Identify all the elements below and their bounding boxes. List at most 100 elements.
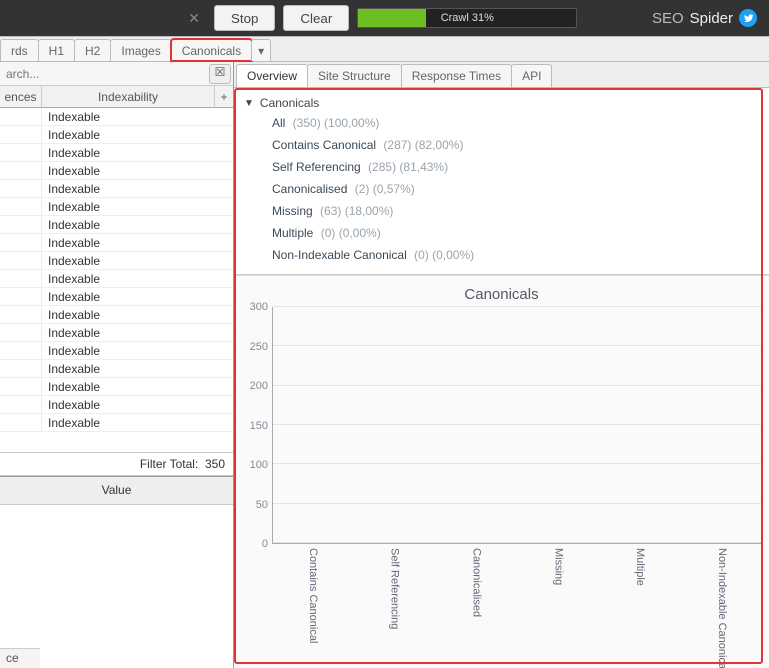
left-pane: ☒ ences Indexability + IndexableIndexabl…	[0, 62, 234, 668]
cell-indexability: Indexable	[42, 288, 233, 305]
filter-total: Filter Total: 350	[0, 452, 233, 476]
chart-area: 050100150200250300	[240, 307, 763, 544]
x-label: Contains Canonical	[272, 546, 354, 666]
y-tick: 100	[250, 459, 268, 471]
tab-h2[interactable]: H2	[74, 39, 111, 61]
tab-h1[interactable]: H1	[38, 39, 75, 61]
y-tick: 250	[250, 341, 268, 353]
col-header-ences[interactable]: ences	[0, 86, 42, 107]
table-row[interactable]: Indexable	[0, 162, 233, 180]
table-row[interactable]: Indexable	[0, 198, 233, 216]
close-icon[interactable]: ✕	[188, 10, 200, 27]
table-row[interactable]: Indexable	[0, 270, 233, 288]
table-row[interactable]: Indexable	[0, 342, 233, 360]
brand-text-a: SEO	[652, 10, 684, 27]
cell-indexability: Indexable	[42, 306, 233, 323]
cell-indexability: Indexable	[42, 342, 233, 359]
tree-item[interactable]: Missing (63) (18,00%)	[238, 200, 765, 222]
table-row[interactable]: Indexable	[0, 360, 233, 378]
tree-item-name: Self Referencing	[272, 160, 361, 174]
tab-response-times[interactable]: Response Times	[401, 64, 512, 87]
tab-canonicals[interactable]: Canonicals	[171, 39, 252, 61]
cell-indexability: Indexable	[42, 378, 233, 395]
close-slot: ✕	[6, 10, 206, 27]
table-row[interactable]: Indexable	[0, 324, 233, 342]
table-row[interactable]: Indexable	[0, 306, 233, 324]
canonicals-tree: ▼ Canonicals All (350) (100,00%)Contains…	[234, 88, 769, 275]
tree-item-name: Contains Canonical	[272, 138, 376, 152]
tree-item-count: (0) (0,00%)	[317, 226, 380, 240]
filter-total-value: 350	[205, 457, 225, 471]
tree-item-count: (0) (0,00%)	[411, 248, 474, 262]
right-pane: Overview Site Structure Response Times A…	[234, 62, 769, 668]
tree-item-count: (285) (81,43%)	[365, 160, 448, 174]
cell-indexability: Indexable	[42, 360, 233, 377]
cell-indexability: Indexable	[42, 162, 233, 179]
cell-indexability: Indexable	[42, 216, 233, 233]
tree-header[interactable]: ▼ Canonicals	[238, 94, 765, 112]
cell-indexability: Indexable	[42, 126, 233, 143]
table-row[interactable]: Indexable	[0, 180, 233, 198]
tab-api[interactable]: API	[511, 64, 552, 87]
tree-item[interactable]: Self Referencing (285) (81,43%)	[238, 156, 765, 178]
table-row[interactable]: Indexable	[0, 396, 233, 414]
cell-indexability: Indexable	[42, 198, 233, 215]
tree-item-count: (287) (82,00%)	[380, 138, 463, 152]
y-tick: 0	[262, 538, 268, 550]
bottom-tab-ce[interactable]: ce	[0, 648, 40, 668]
search-clear-icon[interactable]: ☒	[209, 64, 231, 84]
collapse-icon[interactable]: ▼	[244, 98, 254, 109]
tree-item[interactable]: Canonicalised (2) (0,57%)	[238, 178, 765, 200]
brand: SEO Spider	[652, 9, 763, 27]
tree-item-name: Canonicalised	[272, 182, 347, 196]
tree-item[interactable]: Contains Canonical (287) (82,00%)	[238, 134, 765, 156]
topbar: ✕ Stop Clear Crawl 31% SEO Spider	[0, 0, 769, 36]
cell-indexability: Indexable	[42, 234, 233, 251]
overview-content: ▼ Canonicals All (350) (100,00%)Contains…	[234, 88, 769, 668]
tab-site-structure[interactable]: Site Structure	[307, 64, 402, 87]
tree-item-count: (63) (18,00%)	[317, 204, 394, 218]
table-row[interactable]: Indexable	[0, 414, 233, 432]
cell-indexability: Indexable	[42, 144, 233, 161]
x-label: Self Referencing	[354, 546, 436, 666]
tab-overflow-dropdown[interactable]: ▾	[251, 39, 271, 61]
chart-bars	[273, 307, 763, 543]
left-tabbar: rds H1 H2 Images Canonicals ▾	[0, 36, 769, 62]
col-header-indexability[interactable]: Indexability	[42, 86, 215, 107]
cell-indexability: Indexable	[42, 414, 233, 431]
table-row[interactable]: Indexable	[0, 108, 233, 126]
x-label: Multiple	[599, 546, 681, 666]
tree-item[interactable]: Multiple (0) (0,00%)	[238, 222, 765, 244]
tab-overview[interactable]: Overview	[236, 64, 308, 87]
cell-indexability: Indexable	[42, 252, 233, 269]
filter-total-label: Filter Total:	[140, 457, 198, 471]
app-root: ✕ Stop Clear Crawl 31% SEO Spider rds H1…	[0, 0, 769, 668]
tab-rds[interactable]: rds	[0, 39, 39, 61]
table-row[interactable]: Indexable	[0, 378, 233, 396]
tree-item-name: Missing	[272, 204, 313, 218]
table-row[interactable]: Indexable	[0, 126, 233, 144]
y-axis: 050100150200250300	[240, 307, 272, 544]
tree-item-count: (350) (100,00%)	[289, 116, 379, 130]
col-add-icon[interactable]: +	[215, 86, 233, 107]
table-row[interactable]: Indexable	[0, 252, 233, 270]
x-label: Missing	[517, 546, 599, 666]
table-row[interactable]: Indexable	[0, 216, 233, 234]
y-tick: 50	[256, 499, 268, 511]
tab-images[interactable]: Images	[110, 39, 171, 61]
table-row[interactable]: Indexable	[0, 144, 233, 162]
chart-plot	[272, 307, 763, 544]
tree-item-name: Non-Indexable Canonical	[272, 248, 407, 262]
stop-button[interactable]: Stop	[214, 5, 275, 31]
table-row[interactable]: Indexable	[0, 288, 233, 306]
tree-item[interactable]: Non-Indexable Canonical (0) (0,00%)	[238, 244, 765, 266]
clear-button[interactable]: Clear	[283, 5, 349, 31]
table-row[interactable]: Indexable	[0, 234, 233, 252]
twitter-icon[interactable]	[739, 9, 757, 27]
y-tick: 300	[250, 301, 268, 313]
tree-item[interactable]: All (350) (100,00%)	[238, 112, 765, 134]
x-label: Non-Indexable Canonical	[681, 546, 763, 666]
search-row: ☒	[0, 62, 233, 86]
search-input[interactable]	[0, 65, 209, 83]
tree-item-name: Multiple	[272, 226, 313, 240]
